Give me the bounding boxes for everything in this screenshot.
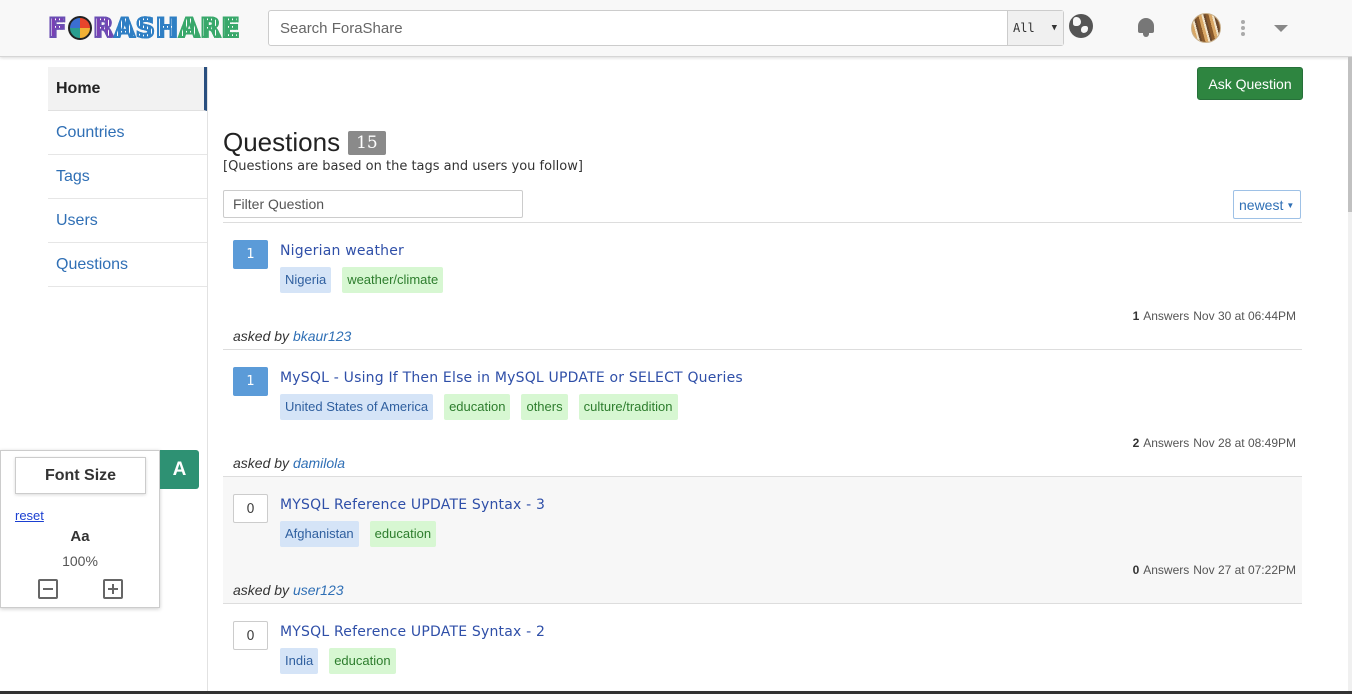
question-meta: 2 Answers Nov 28 at 08:49PM — [1133, 436, 1296, 450]
caret-down-icon: ▼ — [1286, 200, 1295, 210]
search-scope-value: All — [1013, 21, 1035, 35]
topic-tag[interactable]: culture/tradition — [578, 394, 678, 420]
topic-tag[interactable]: education — [369, 521, 437, 547]
sidebar-item-countries[interactable]: Countries — [48, 111, 207, 155]
sort-dropdown[interactable]: newest ▼ — [1233, 190, 1301, 219]
question-count-badge: 15 — [348, 130, 386, 155]
tag-list: Nigeria weather/climate — [280, 267, 454, 293]
asked-by-label: asked by — [233, 455, 290, 471]
question-item: 1 MySQL - Using If Then Else in MySQL UP… — [223, 350, 1302, 477]
forashare-logo[interactable]: FRASHARE — [47, 12, 241, 45]
answer-count: 2 — [1132, 436, 1140, 450]
page-subtitle: [Questions are based on the tags and use… — [223, 159, 583, 174]
answer-count: 0 — [1132, 563, 1140, 577]
filter-question-input[interactable] — [223, 190, 523, 218]
question-title-link[interactable]: Nigerian weather — [280, 243, 404, 259]
asked-by-label: asked by — [233, 328, 290, 344]
font-sample: Aa — [70, 528, 90, 545]
vote-count: 1 — [233, 367, 268, 396]
topic-tag[interactable]: education — [444, 394, 511, 420]
vote-count: 1 — [233, 240, 268, 269]
asked-by: asked by user123 — [233, 582, 344, 598]
page-title-text: Questions — [223, 127, 341, 157]
sidebar-item-tags[interactable]: Tags — [48, 155, 207, 199]
font-reset-link[interactable]: reset — [15, 508, 44, 523]
question-item: 0 MYSQL Reference UPDATE Syntax - 2 Indi… — [223, 604, 1302, 691]
asked-by: asked by bkaur123 — [233, 328, 351, 344]
plus-icon[interactable] — [103, 579, 123, 599]
topic-tag[interactable]: others — [521, 394, 568, 420]
author-link[interactable]: user123 — [293, 582, 344, 598]
question-date: Nov 27 at 07:22PM — [1193, 563, 1296, 577]
globe-icon[interactable] — [1069, 14, 1093, 38]
country-tag[interactable]: Afghanistan — [280, 521, 359, 547]
author-link[interactable]: damilola — [293, 455, 345, 471]
answer-count: 1 — [1132, 309, 1140, 323]
country-tag[interactable]: Nigeria — [280, 267, 332, 293]
question-item: 1 Nigerian weather Nigeria weather/clima… — [223, 223, 1302, 350]
sort-label: newest — [1239, 196, 1284, 213]
tag-list: India education — [280, 648, 407, 674]
bell-icon[interactable] — [1136, 17, 1156, 37]
tag-list: Afghanistan education — [280, 521, 447, 547]
font-size-toggle[interactable]: A — [160, 450, 199, 489]
chevron-down-icon[interactable] — [1274, 25, 1288, 32]
topic-tag[interactable]: education — [329, 648, 396, 674]
question-date: Nov 30 at 06:44PM — [1193, 309, 1296, 323]
sidebar-item-users[interactable]: Users — [48, 199, 207, 243]
country-tag[interactable]: India — [280, 648, 319, 674]
content-divider — [207, 67, 208, 694]
search-scope-select[interactable]: All ▼ — [1007, 11, 1063, 45]
answers-label: Answers — [1143, 436, 1190, 450]
font-size-panel: Font Size reset Aa 100% — [0, 450, 160, 608]
answers-label: Answers — [1143, 563, 1190, 577]
sidebar-item-home[interactable]: Home — [48, 67, 207, 111]
logo-globe-icon — [67, 16, 92, 40]
vote-count: 0 — [233, 494, 268, 523]
sidebar-item-questions[interactable]: Questions — [48, 243, 207, 287]
question-title-link[interactable]: MYSQL Reference UPDATE Syntax - 3 — [280, 497, 545, 513]
sidebar-nav: Home Countries Tags Users Questions — [48, 67, 207, 287]
asked-by: asked by damilola — [233, 455, 345, 471]
author-link[interactable]: bkaur123 — [293, 328, 351, 344]
search-bar: All ▼ — [268, 10, 1064, 46]
scrollbar-thumb[interactable] — [1348, 57, 1352, 212]
caret-down-icon: ▼ — [1051, 23, 1057, 33]
font-size-level: 100% — [62, 553, 98, 569]
top-navbar: FRASHARE All ▼ — [0, 0, 1352, 57]
question-meta: 1 Answers Nov 30 at 06:44PM — [1133, 309, 1296, 323]
tag-list: United States of America education other… — [280, 394, 689, 420]
page-title: Questions 15 — [223, 127, 386, 158]
ask-question-button[interactable]: Ask Question — [1197, 67, 1303, 100]
kebab-menu-icon[interactable] — [1240, 20, 1246, 36]
asked-by-label: asked by — [233, 582, 290, 598]
question-title-link[interactable]: MYSQL Reference UPDATE Syntax - 2 — [280, 624, 545, 640]
question-title-link[interactable]: MySQL - Using If Then Else in MySQL UPDA… — [280, 370, 743, 386]
country-tag[interactable]: United States of America — [280, 394, 434, 420]
question-meta: 0 Answers Nov 27 at 07:22PM — [1133, 563, 1296, 577]
minus-icon[interactable] — [38, 579, 58, 599]
search-input[interactable] — [269, 11, 1007, 45]
font-size-title: Font Size — [15, 457, 146, 494]
vote-count: 0 — [233, 621, 268, 650]
user-avatar[interactable] — [1191, 13, 1221, 43]
question-item: 0 MYSQL Reference UPDATE Syntax - 3 Afgh… — [223, 477, 1302, 604]
answers-label: Answers — [1143, 309, 1190, 323]
topic-tag[interactable]: weather/climate — [342, 267, 444, 293]
question-date: Nov 28 at 08:49PM — [1193, 436, 1296, 450]
